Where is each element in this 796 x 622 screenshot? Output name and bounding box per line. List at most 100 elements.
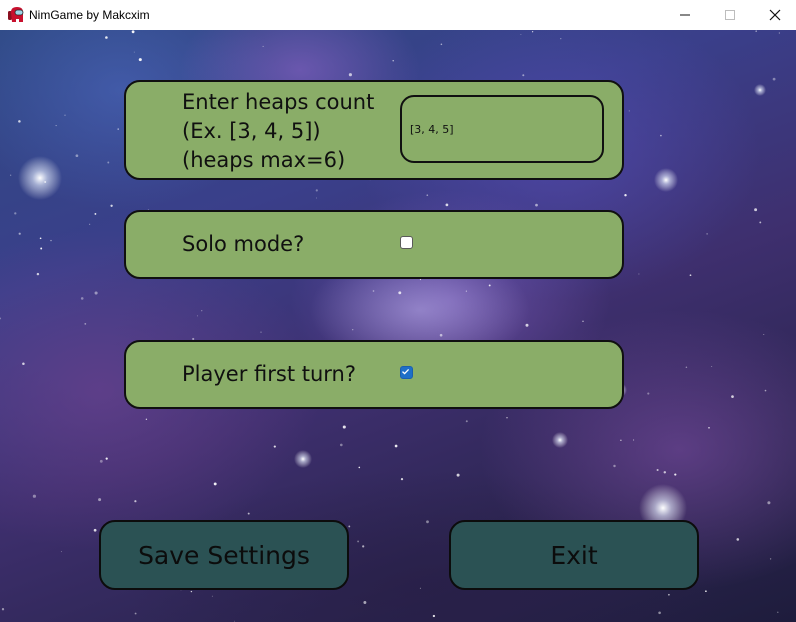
star	[560, 38, 562, 40]
star	[660, 134, 662, 137]
star	[213, 482, 217, 486]
star	[358, 466, 361, 469]
minimize-button[interactable]	[662, 0, 708, 30]
window-title: NimGame by Makcxim	[29, 8, 150, 22]
star	[89, 223, 91, 225]
window-title-bar[interactable]: NimGame by Makcxim	[0, 0, 796, 30]
player-first-turn-panel: Player first turn?	[124, 340, 624, 409]
star	[105, 457, 108, 460]
close-icon	[769, 9, 781, 21]
star	[465, 290, 467, 292]
player-first-turn-label: Player first turn?	[182, 362, 356, 386]
star	[134, 500, 137, 503]
star	[439, 333, 443, 337]
star	[628, 110, 630, 112]
star	[138, 58, 142, 62]
star	[763, 334, 765, 335]
solo-mode-label: Solo mode?	[182, 232, 305, 256]
star	[520, 34, 522, 36]
save-settings-button[interactable]: Save Settings	[99, 520, 349, 590]
star	[674, 473, 677, 476]
star	[506, 417, 508, 419]
star	[754, 208, 758, 212]
star	[769, 558, 772, 560]
checkmark-icon	[402, 368, 410, 375]
player-first-turn-checkbox[interactable]	[400, 366, 413, 379]
heaps-count-label: Enter heaps count (Ex. [3, 4, 5]) (heaps…	[182, 88, 374, 175]
star	[613, 464, 616, 468]
star	[535, 203, 538, 207]
star	[316, 197, 317, 199]
star	[107, 161, 110, 164]
star	[50, 239, 52, 242]
star	[432, 614, 436, 618]
star	[531, 31, 534, 33]
star	[731, 395, 734, 398]
star	[98, 498, 102, 502]
maximize-icon	[725, 10, 735, 20]
star	[357, 540, 360, 543]
star	[362, 545, 365, 548]
star	[777, 611, 779, 614]
star	[110, 204, 113, 207]
star	[668, 593, 670, 596]
star	[465, 420, 468, 423]
bright-star	[654, 168, 678, 192]
star	[440, 43, 443, 46]
star	[663, 471, 667, 474]
star	[145, 418, 148, 420]
minimize-icon	[680, 14, 690, 16]
solo-mode-checkbox[interactable]	[400, 236, 413, 249]
star	[689, 274, 692, 277]
star	[10, 174, 12, 176]
star	[711, 366, 713, 367]
star	[18, 232, 21, 235]
star	[759, 221, 762, 224]
star	[131, 30, 135, 34]
heaps-label-line: Enter heaps count	[182, 90, 375, 114]
solo-mode-panel: Solo mode?	[124, 210, 624, 279]
star	[767, 501, 771, 505]
star	[262, 45, 264, 47]
star	[211, 595, 213, 597]
bright-star	[552, 432, 568, 448]
star	[55, 125, 57, 127]
heaps-label-line: (Ex. [3, 4, 5])	[182, 119, 321, 143]
star	[273, 445, 276, 448]
star	[190, 590, 193, 593]
maximize-button[interactable]	[707, 0, 753, 30]
star	[426, 194, 429, 197]
bright-star	[754, 84, 766, 96]
star	[755, 30, 757, 32]
star	[620, 439, 622, 441]
star	[339, 443, 343, 447]
close-button[interactable]	[752, 0, 796, 30]
star	[525, 323, 529, 327]
star	[94, 212, 97, 215]
heaps-count-panel: Enter heaps count (Ex. [3, 4, 5]) (heaps…	[124, 80, 624, 180]
star	[39, 237, 42, 240]
star	[706, 233, 708, 235]
star	[133, 51, 135, 53]
star	[40, 247, 43, 250]
star	[445, 203, 449, 207]
exit-button[interactable]: Exit	[449, 520, 699, 590]
galaxy-background: Enter heaps count (Ex. [3, 4, 5]) (heaps…	[0, 30, 796, 622]
star	[342, 425, 346, 429]
star	[772, 77, 776, 81]
star	[778, 32, 780, 34]
star	[105, 36, 108, 39]
star	[400, 478, 404, 481]
star	[75, 154, 79, 158]
star	[32, 494, 36, 498]
star	[522, 74, 525, 77]
star	[685, 366, 688, 368]
star	[658, 611, 661, 615]
star	[64, 114, 66, 116]
star	[93, 528, 97, 532]
star	[633, 439, 635, 441]
among-us-crewmate-icon	[8, 7, 24, 22]
star	[247, 512, 250, 515]
heaps-count-input[interactable]	[400, 95, 604, 163]
star	[656, 468, 659, 472]
